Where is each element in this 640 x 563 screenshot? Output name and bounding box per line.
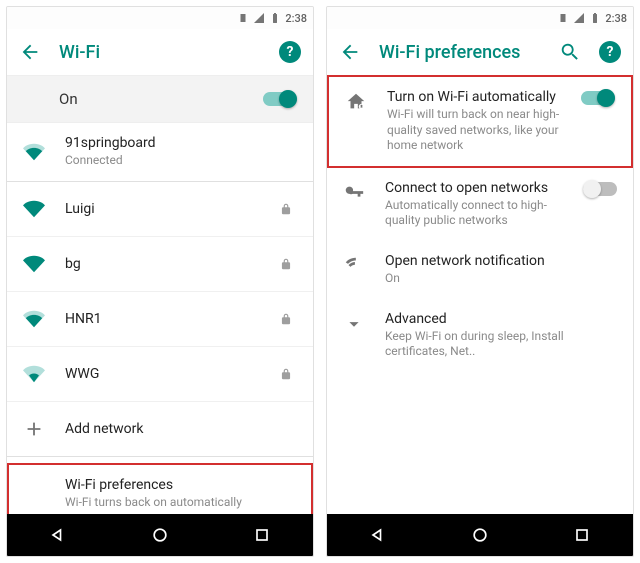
lock-icon (275, 312, 297, 326)
nav-bar (327, 514, 633, 556)
ssid: 91springboard (65, 135, 255, 151)
help-icon[interactable]: ? (599, 41, 621, 63)
lock-icon (275, 257, 297, 271)
row-title: Turn on Wi-Fi automatically (387, 89, 561, 105)
battery-icon (589, 12, 601, 24)
status-bar: 2:38 (327, 7, 633, 29)
battery-icon (269, 12, 281, 24)
status-bar: 2:38 (7, 7, 313, 29)
row-subtitle: Wi-Fi will turn back on near high-qualit… (387, 107, 561, 154)
pref-open-notification[interactable]: Open network notification On (327, 241, 633, 299)
auto-wifi-switch[interactable] (581, 89, 615, 107)
row-title: Wi-Fi preferences (65, 477, 295, 493)
chevron-down-icon (343, 313, 365, 335)
lock-icon (275, 367, 297, 381)
clock: 2:38 (285, 12, 307, 25)
wifi-preferences-row[interactable]: Wi-Fi preferences Wi-Fi turns back on au… (7, 463, 313, 514)
open-networks-switch[interactable] (583, 180, 617, 198)
wifi-master-toggle-row[interactable]: On (7, 75, 313, 123)
wifi-switch[interactable] (263, 90, 297, 108)
signal-icon (573, 12, 585, 24)
phone-wifi-preferences: 2:38 Wi-Fi preferences ? Turn on Wi-Fi a… (326, 6, 634, 557)
help-icon[interactable]: ? (279, 41, 301, 63)
wifi-signal-icon (23, 198, 45, 220)
app-bar: Wi-Fi ? (7, 29, 313, 75)
back-icon[interactable] (19, 41, 41, 63)
nav-bar (7, 514, 313, 556)
wifi-signal-icon (23, 308, 45, 330)
notification-icon (343, 255, 365, 277)
network-row[interactable]: bg (7, 237, 313, 292)
back-icon[interactable] (339, 41, 361, 63)
wifi-signal-icon (23, 363, 45, 385)
search-icon[interactable] (559, 41, 581, 63)
preferences-list: Turn on Wi-Fi automatically Wi-Fi will t… (327, 75, 633, 514)
ssid: Luigi (65, 201, 255, 217)
row-subtitle: Wi-Fi turns back on automatically (65, 495, 295, 511)
row-subtitle: Automatically connect to high-quality pu… (385, 198, 563, 229)
home-wifi-icon (345, 91, 367, 113)
row-title: Connect to open networks (385, 180, 563, 196)
pref-auto-wifi[interactable]: Turn on Wi-Fi automatically Wi-Fi will t… (327, 75, 633, 168)
master-label: On (59, 90, 263, 108)
network-row[interactable]: Luigi (7, 182, 313, 237)
nav-home-icon[interactable] (150, 525, 170, 545)
key-icon (343, 182, 365, 204)
app-bar: Wi-Fi preferences ? (327, 29, 633, 75)
no-sim-icon (557, 12, 569, 24)
row-subtitle: On (385, 271, 617, 287)
nav-recent-icon[interactable] (252, 525, 272, 545)
wifi-signal-icon (23, 253, 45, 275)
nav-back-icon[interactable] (48, 525, 68, 545)
pref-open-networks[interactable]: Connect to open networks Automatically c… (327, 168, 633, 241)
row-title: Advanced (385, 311, 617, 327)
row-subtitle: Keep Wi-Fi on during sleep, Install cert… (385, 329, 617, 360)
ssid: WWG (65, 366, 255, 382)
lock-icon (275, 202, 297, 216)
status: Connected (65, 153, 255, 169)
nav-back-icon[interactable] (368, 525, 388, 545)
add-network-label: Add network (65, 421, 297, 437)
network-row[interactable]: HNR1 (7, 292, 313, 347)
pref-advanced[interactable]: Advanced Keep Wi-Fi on during sleep, Ins… (327, 299, 633, 372)
ssid: bg (65, 256, 255, 272)
no-sim-icon (237, 12, 249, 24)
nav-recent-icon[interactable] (572, 525, 592, 545)
phone-wifi-list: 2:38 Wi-Fi ? On 91springboard Connected (6, 6, 314, 557)
network-row[interactable]: 91springboard Connected (7, 123, 313, 181)
ssid: HNR1 (65, 311, 255, 327)
nav-home-icon[interactable] (470, 525, 490, 545)
signal-icon (253, 12, 265, 24)
page-title: Wi-Fi (59, 42, 261, 63)
plus-icon (23, 418, 45, 440)
network-row[interactable]: WWG (7, 347, 313, 402)
add-network[interactable]: Add network (7, 402, 313, 456)
wifi-list: 91springboard Connected Luigi bg HNR1 (7, 123, 313, 514)
wifi-signal-icon (23, 141, 45, 163)
page-title: Wi-Fi preferences (379, 42, 541, 63)
clock: 2:38 (605, 12, 627, 25)
row-title: Open network notification (385, 253, 617, 269)
